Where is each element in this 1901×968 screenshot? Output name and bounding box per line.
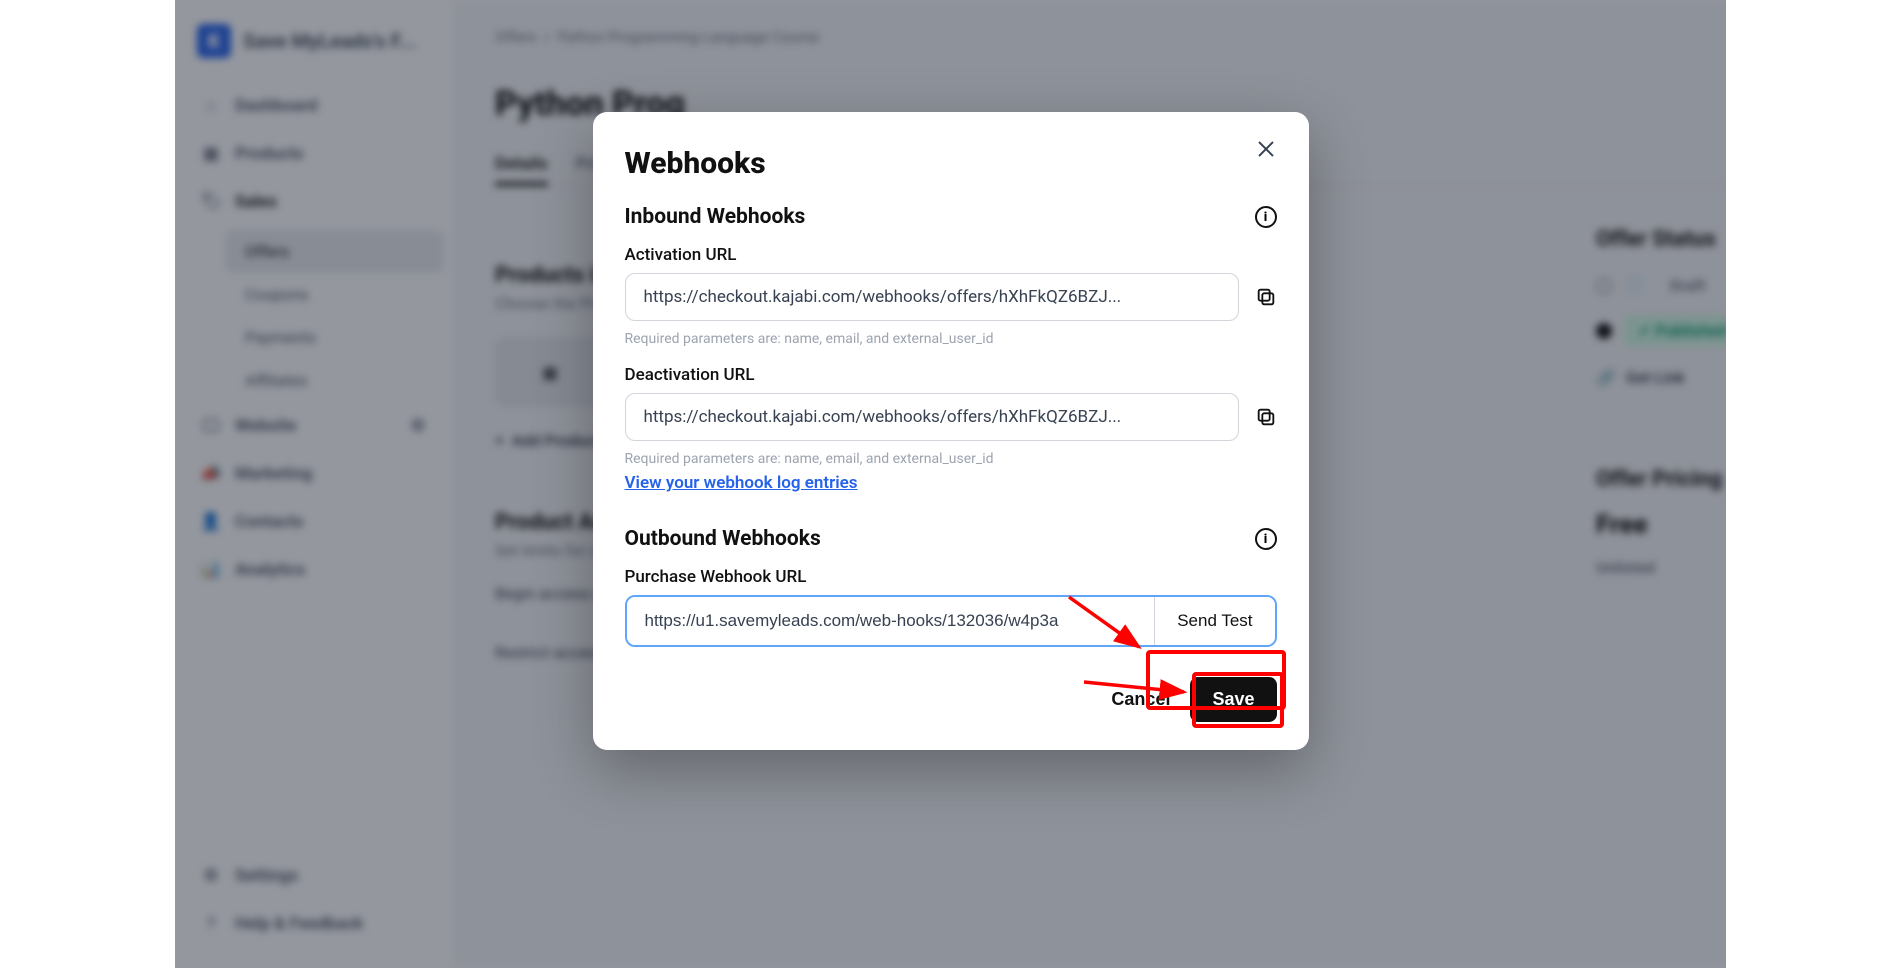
modal-overlay: Webhooks Inbound Webhooks i Activation U… [175,0,1726,968]
cancel-button[interactable]: Cancel [1111,689,1170,710]
close-icon [1255,138,1277,160]
deactivation-hint: Required parameters are: name, email, an… [625,451,1277,467]
purchase-url-input[interactable] [627,597,1155,645]
deactivation-label: Deactivation URL [625,365,1277,385]
copy-icon [1255,286,1277,308]
webhooks-modal: Webhooks Inbound Webhooks i Activation U… [593,112,1309,750]
send-test-button[interactable]: Send Test [1154,597,1274,645]
inbound-heading: Inbound Webhooks [625,205,806,229]
deactivation-url-input[interactable]: https://checkout.kajabi.com/webhooks/off… [625,393,1239,441]
copy-button[interactable] [1255,286,1277,308]
save-button[interactable]: Save [1190,677,1276,722]
copy-button[interactable] [1255,406,1277,428]
activation-url-input[interactable]: https://checkout.kajabi.com/webhooks/off… [625,273,1239,321]
activation-hint: Required parameters are: name, email, an… [625,331,1277,347]
purchase-url-row: Send Test [625,595,1277,647]
info-icon[interactable]: i [1255,528,1277,550]
modal-title: Webhooks [625,146,1277,181]
activation-label: Activation URL [625,245,1277,265]
purchase-label: Purchase Webhook URL [625,567,1277,587]
copy-icon [1255,406,1277,428]
outbound-heading: Outbound Webhooks [625,527,821,551]
close-button[interactable] [1255,138,1279,162]
info-icon[interactable]: i [1255,206,1277,228]
log-entries-link[interactable]: View your webhook log entries [625,473,858,493]
